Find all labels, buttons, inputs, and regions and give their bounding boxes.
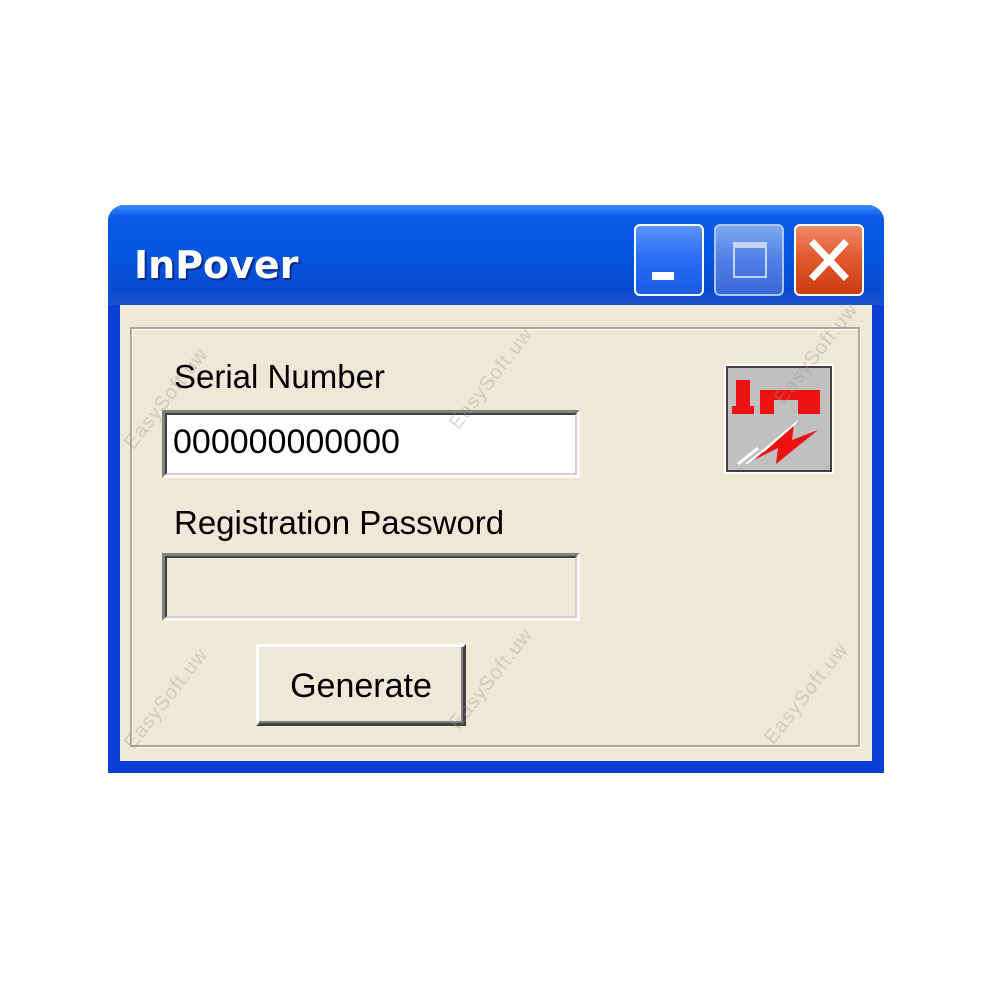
app-logo	[724, 364, 834, 474]
minimize-icon	[652, 272, 674, 280]
generate-button[interactable]: Generate	[256, 644, 466, 726]
serial-number-field[interactable]: 000000000000	[162, 410, 580, 478]
inpover-logo-icon	[724, 364, 834, 474]
registration-password-label: Registration Password	[174, 504, 505, 541]
serial-number-value: 000000000000	[173, 423, 400, 461]
window-title: InPover	[134, 243, 299, 287]
serial-number-label: Serial Number	[174, 358, 385, 395]
registration-password-field[interactable]	[162, 553, 580, 621]
generate-button-label: Generate	[290, 667, 432, 705]
registration-password-field-inner	[165, 556, 577, 618]
maximize-icon	[733, 242, 767, 278]
maximize-button[interactable]	[714, 224, 784, 296]
application-window: InPover	[108, 205, 884, 773]
close-icon	[809, 239, 849, 281]
title-bar[interactable]: InPover	[108, 205, 884, 305]
minimize-button[interactable]	[634, 224, 704, 296]
close-button[interactable]	[794, 224, 864, 296]
